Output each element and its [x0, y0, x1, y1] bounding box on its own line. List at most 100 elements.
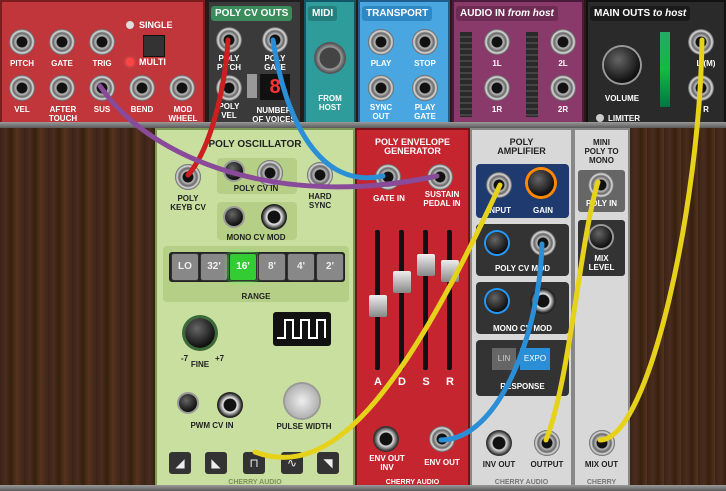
response-lin-button[interactable]: LIN — [492, 348, 516, 370]
sustain-pedal-in-jack[interactable] — [427, 164, 453, 190]
input-1r-jack[interactable] — [484, 75, 510, 101]
poly-cv-attenuator-knob[interactable] — [225, 162, 243, 180]
env-out-inv-label: ENV OUT INV — [369, 454, 405, 472]
amp-input-jack[interactable] — [486, 172, 512, 198]
mix-level-knob[interactable] — [590, 226, 612, 248]
saw-out-jack[interactable]: ◣ — [205, 452, 227, 474]
pulse-out-jack[interactable]: ⊓ — [243, 452, 265, 474]
triangle-out-jack[interactable]: ◢ — [169, 452, 191, 474]
gate-jack[interactable] — [49, 29, 75, 55]
response-label: RESPONSE — [500, 382, 545, 391]
response-expo-button[interactable]: EXPO — [520, 348, 550, 370]
input-2l-jack[interactable] — [550, 29, 576, 55]
poly-pitch-jack[interactable] — [216, 27, 242, 53]
gain-knob[interactable] — [528, 170, 554, 196]
volume-knob[interactable] — [604, 47, 640, 83]
out-r-label: R — [703, 105, 709, 114]
range-label: RANGE — [241, 292, 271, 301]
transport-panel: TRANSPORT PLAY STOP SYNC OUT PLAY GATE — [358, 0, 450, 128]
poly-gate-label: POLY GATE — [264, 54, 286, 72]
amp-mono-cv-mod-knob[interactable] — [486, 290, 508, 312]
slider-label-d: D — [398, 376, 406, 388]
range-button-5[interactable]: 2' — [316, 253, 344, 281]
aftertouch-jack[interactable] — [49, 75, 75, 101]
bend-jack[interactable] — [129, 75, 155, 101]
poly-cv-mod-knob[interactable] — [486, 232, 508, 254]
play-label: PLAY — [370, 59, 392, 68]
mode-toggle-button[interactable] — [143, 35, 165, 57]
gate-in-jack[interactable] — [375, 164, 401, 190]
sus-jack[interactable] — [89, 75, 115, 101]
stop-label: STOP — [414, 59, 436, 68]
poly-keyb-cv-jack[interactable] — [175, 164, 201, 190]
poly-in-jack[interactable] — [588, 172, 614, 198]
midi-connector-icon — [314, 42, 346, 74]
input-2r-jack[interactable] — [550, 75, 576, 101]
slider-handle-s[interactable] — [417, 253, 435, 276]
out-l-mono-jack[interactable] — [688, 29, 714, 55]
inv-out-jack[interactable] — [486, 430, 512, 456]
env-out-inv-jack[interactable] — [373, 426, 399, 452]
slider-handle-d[interactable] — [393, 271, 411, 294]
env-out-label: ENV OUT — [424, 458, 460, 467]
input-1r-label: 1R — [491, 105, 503, 114]
poly-cv-mod-jack[interactable] — [530, 230, 556, 256]
vel-label: VEL — [14, 105, 30, 114]
poly-cv-mod-label: POLY CV MOD — [494, 264, 551, 273]
vel-jack[interactable] — [9, 75, 35, 101]
main-outs-title: MAIN OUTS to host — [590, 6, 691, 21]
poly-cv-outs-title: POLY CV OUTS — [211, 6, 293, 21]
play-gate-jack[interactable] — [412, 75, 438, 101]
pulse-waveform-icon — [277, 319, 326, 339]
voices-stepper[interactable] — [247, 74, 257, 98]
range-button-1[interactable]: 32' — [200, 253, 228, 281]
out-r-jack[interactable] — [688, 75, 714, 101]
stop-jack[interactable] — [412, 29, 438, 55]
multi-label: MULTI — [139, 57, 166, 67]
pwm-cv-in-jack[interactable] — [217, 392, 243, 418]
slider-handle-a[interactable] — [369, 294, 387, 317]
audio-in-panel: AUDIO IN from host 1L 2L 1R 2R — [452, 0, 584, 128]
gate-label: GATE — [51, 59, 73, 68]
play-jack[interactable] — [368, 29, 394, 55]
inv-out-label: INV OUT — [482, 460, 516, 469]
pwm-cv-knob[interactable] — [179, 394, 197, 412]
range-button-4[interactable]: 4' — [287, 253, 315, 281]
pulse-width-knob[interactable] — [285, 384, 319, 418]
bend-label: BEND — [130, 105, 154, 114]
slider-track-s — [423, 230, 428, 370]
out-l-mono-label: L (M) — [696, 59, 716, 68]
bottom-rail — [0, 485, 726, 491]
slider-track-r — [447, 230, 452, 370]
mono-cv-attenuator-knob[interactable] — [225, 208, 243, 226]
trig-jack[interactable] — [89, 29, 115, 55]
single-label: SINGLE — [139, 20, 173, 30]
mod-wheel-jack[interactable] — [169, 75, 195, 101]
range-button-0[interactable]: LO — [171, 253, 199, 281]
sync-out-jack[interactable] — [368, 75, 394, 101]
poly-vel-jack[interactable] — [216, 75, 242, 101]
input-1l-jack[interactable] — [484, 29, 510, 55]
multi-led — [126, 58, 134, 66]
poly-cv-in-jack[interactable] — [257, 160, 283, 186]
hard-sync-jack[interactable] — [307, 162, 333, 188]
range-button-3[interactable]: 8' — [258, 253, 286, 281]
sine-out-jack[interactable]: ∿ — [281, 452, 303, 474]
mono-cv-mod-jack[interactable] — [261, 204, 287, 230]
range-button-2[interactable]: 16' — [229, 253, 257, 281]
fine-label: FINE — [190, 360, 210, 369]
saw2-out-jack[interactable]: ◥ — [317, 452, 339, 474]
mix-out-jack[interactable] — [589, 430, 615, 456]
amp-mono-cv-mod-jack[interactable] — [530, 288, 556, 314]
slider-track-d — [399, 230, 404, 370]
poly-keyb-cv-label: POLY KEYB CV — [170, 194, 206, 212]
amp-output-jack[interactable] — [534, 430, 560, 456]
slider-handle-r[interactable] — [441, 259, 459, 282]
pitch-jack[interactable] — [9, 29, 35, 55]
fine-tune-knob[interactable] — [185, 318, 215, 348]
poly-gate-jack[interactable] — [262, 27, 288, 53]
env-out-jack[interactable] — [429, 426, 455, 452]
pulse-width-label: PULSE WIDTH — [276, 422, 332, 431]
slider-label-s: S — [422, 376, 430, 388]
mix-out-label: MIX OUT — [584, 460, 619, 469]
